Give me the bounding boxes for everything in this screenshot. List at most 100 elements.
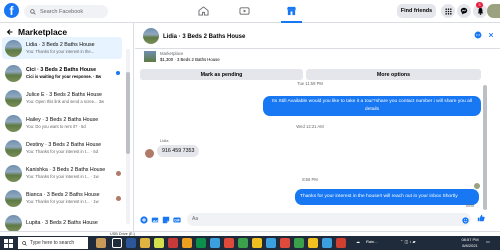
svg-text:GIF: GIF: [174, 218, 179, 222]
menu-grid-icon[interactable]: [441, 4, 455, 18]
weather-label[interactable]: Rain...: [366, 239, 378, 244]
task-view-icon[interactable]: [112, 238, 122, 248]
outgoing-message[interactable]: Thanks for your interest in the house!I …: [295, 189, 479, 205]
listing-thumbnail: [5, 114, 22, 132]
conversation-preview: Cici is waiting for your response. · 8w: [26, 74, 102, 79]
marketplace-conversation-list: Marketplace Lidia · 3 Beds 2 Baths House…: [0, 23, 134, 231]
conversation-preview: You: Thanks for your interest in the...: [26, 49, 95, 54]
file-explorer-icon[interactable]: [140, 238, 150, 248]
listing-price: $1,300 · 3 Beds 2 Baths House: [160, 57, 220, 62]
conversation-item[interactable]: Cici · 3 Beds 2 Baths House Cici is waiti…: [2, 62, 122, 84]
plus-circle-icon[interactable]: [140, 216, 148, 224]
search-icon: [30, 8, 36, 15]
conversation-title: Hailey · 3 Beds 2 Baths House: [26, 117, 99, 123]
taskbar-app-icon[interactable]: [154, 238, 164, 248]
home-icon[interactable]: [195, 4, 211, 18]
conversation-item[interactable]: Kanishka · 3 Beds 2 Baths House You: Than…: [2, 162, 122, 184]
listing-source: Marketplace: [160, 51, 184, 56]
conversation-title: Bianca · 3 Beds 2 Baths House: [26, 192, 100, 198]
taskbar-app-icon[interactable]: [126, 238, 136, 248]
conversation-item[interactable]: Destiny · 3 Beds 2 Baths House You: Thank…: [2, 137, 122, 159]
listing-card[interactable]: Marketplace $1,300 · 3 Beds 2 Baths Hous…: [139, 50, 482, 64]
sticker-icon[interactable]: [162, 216, 170, 224]
weather-icon[interactable]: ☁: [356, 239, 360, 244]
notification-badge: 3: [476, 2, 483, 8]
seen-avatar-icon: [116, 170, 121, 176]
chat-title[interactable]: Lidia · 3 Beds 2 Baths House: [163, 34, 245, 40]
top-navigation-bar: f Search Facebook Find friends 3: [0, 0, 500, 23]
listing-thumbnail: [5, 89, 22, 107]
like-thumb-icon[interactable]: [477, 214, 485, 222]
chrome-icon[interactable]: [224, 238, 234, 248]
conversation-item[interactable]: Bianca · 3 Beds 2 Baths House You: Thanks…: [2, 187, 122, 209]
sidebar-header: Marketplace: [6, 27, 67, 37]
system-tray-icons[interactable]: ⌃ ◫ ♪ ▰: [400, 239, 416, 244]
search-placeholder: Search Facebook: [40, 8, 84, 15]
taskbar-app-dog-icon[interactable]: [96, 238, 106, 248]
chrome-icon[interactable]: [322, 238, 332, 248]
conversation-item[interactable]: Lupita · 3 Beds 2 Baths House: [2, 212, 122, 231]
conversation-item[interactable]: Lidia · 3 Beds 2 Baths House You: Thanks …: [2, 37, 122, 59]
conversation-preview: You: Open this link and send a scree... …: [26, 99, 105, 104]
listing-thumbnail: [5, 139, 22, 157]
chrome-icon[interactable]: [280, 238, 290, 248]
messenger-icon[interactable]: [457, 4, 471, 18]
gif-icon[interactable]: GIF: [173, 216, 181, 224]
search-input[interactable]: Search Facebook: [24, 5, 108, 18]
chrome-icon[interactable]: [266, 238, 276, 248]
conversation-title: Lupita · 3 Beds 2 Baths House: [26, 219, 98, 226]
chat-panel: Lidia · 3 Beds 2 Baths House Marketplace…: [135, 23, 500, 231]
back-arrow-icon[interactable]: [6, 28, 14, 36]
marketplace-icon[interactable]: [283, 4, 299, 18]
listing-thumbnail: [5, 189, 22, 207]
sidebar-title: Marketplace: [18, 27, 68, 37]
more-options-icon[interactable]: [473, 30, 483, 40]
listing-thumbnail: [5, 39, 22, 57]
conversation-preview: You: Thanks for your interest in t... · …: [26, 149, 98, 154]
chat-listing-thumbnail[interactable]: [143, 28, 159, 44]
message-input[interactable]: Aa: [187, 213, 471, 226]
listing-thumbnail: [5, 64, 22, 82]
taskbar-app-icon[interactable]: [336, 238, 346, 248]
more-options-button[interactable]: More options: [306, 69, 481, 80]
emoji-icon[interactable]: [461, 216, 469, 224]
photo-icon[interactable]: [151, 216, 159, 224]
message-composer: GIF Aa: [135, 209, 500, 231]
watch-icon[interactable]: [236, 4, 252, 18]
sidebar-scrollbar-thumb[interactable]: [126, 72, 130, 154]
find-friends-button[interactable]: Find friends: [397, 4, 436, 18]
taskbar-app-icon[interactable]: [168, 238, 178, 248]
notification-center-icon[interactable]: ▭: [486, 239, 490, 244]
mark-as-pending-button[interactable]: Mark as pending: [140, 69, 303, 80]
incoming-message[interactable]: 916 459 7353: [157, 145, 200, 157]
conversation-item[interactable]: Hailey · 3 Beds 2 Baths House You: Do you…: [2, 112, 122, 134]
outgoing-message[interactable]: Its Still Available would you like to ta…: [263, 96, 481, 116]
conversation-preview: You: Do you want to rent it? · 5d: [26, 124, 86, 129]
taskbar-search-input[interactable]: Type here to search: [18, 237, 88, 249]
windows-start-icon[interactable]: [4, 239, 13, 250]
taskbar-clock[interactable]: 08:57 PM 6/8/2021: [458, 237, 482, 249]
chat-header: Lidia · 3 Beds 2 Baths House: [135, 23, 500, 49]
taskbar-app-icon[interactable]: [196, 238, 206, 248]
timestamp: Wed 12:21 AM: [296, 124, 324, 129]
conversation-title: Destiny · 3 Beds 2 Baths House: [26, 142, 102, 148]
chrome-icon[interactable]: [308, 238, 318, 248]
facebook-logo[interactable]: f: [4, 3, 19, 18]
conversation-preview: You: Thanks for your interest in t... · …: [26, 174, 99, 179]
chrome-icon[interactable]: [252, 238, 262, 248]
profile-avatar[interactable]: [487, 4, 500, 18]
conversation-title: Julice E · 3 Beds 2 Baths House: [26, 92, 102, 98]
taskbar-app-icon[interactable]: [182, 238, 192, 248]
close-icon[interactable]: [486, 30, 496, 40]
chrome-icon[interactable]: [238, 238, 248, 248]
listing-image: [144, 51, 156, 62]
conversation-item[interactable]: Julice E · 3 Beds 2 Baths House You: Open…: [2, 87, 122, 109]
taskbar-search-placeholder: Type here to search: [30, 240, 75, 246]
sender-avatar[interactable]: [145, 149, 154, 158]
conversation-title: Kanishka · 3 Beds 2 Baths House: [26, 167, 106, 173]
chrome-icon[interactable]: [210, 238, 220, 248]
chrome-icon[interactable]: [294, 238, 304, 248]
conversation-title: Cici · 3 Beds 2 Baths House: [26, 67, 97, 73]
seen-avatar-icon: [116, 195, 121, 201]
chat-scrollbar-thumb[interactable]: [483, 85, 487, 210]
